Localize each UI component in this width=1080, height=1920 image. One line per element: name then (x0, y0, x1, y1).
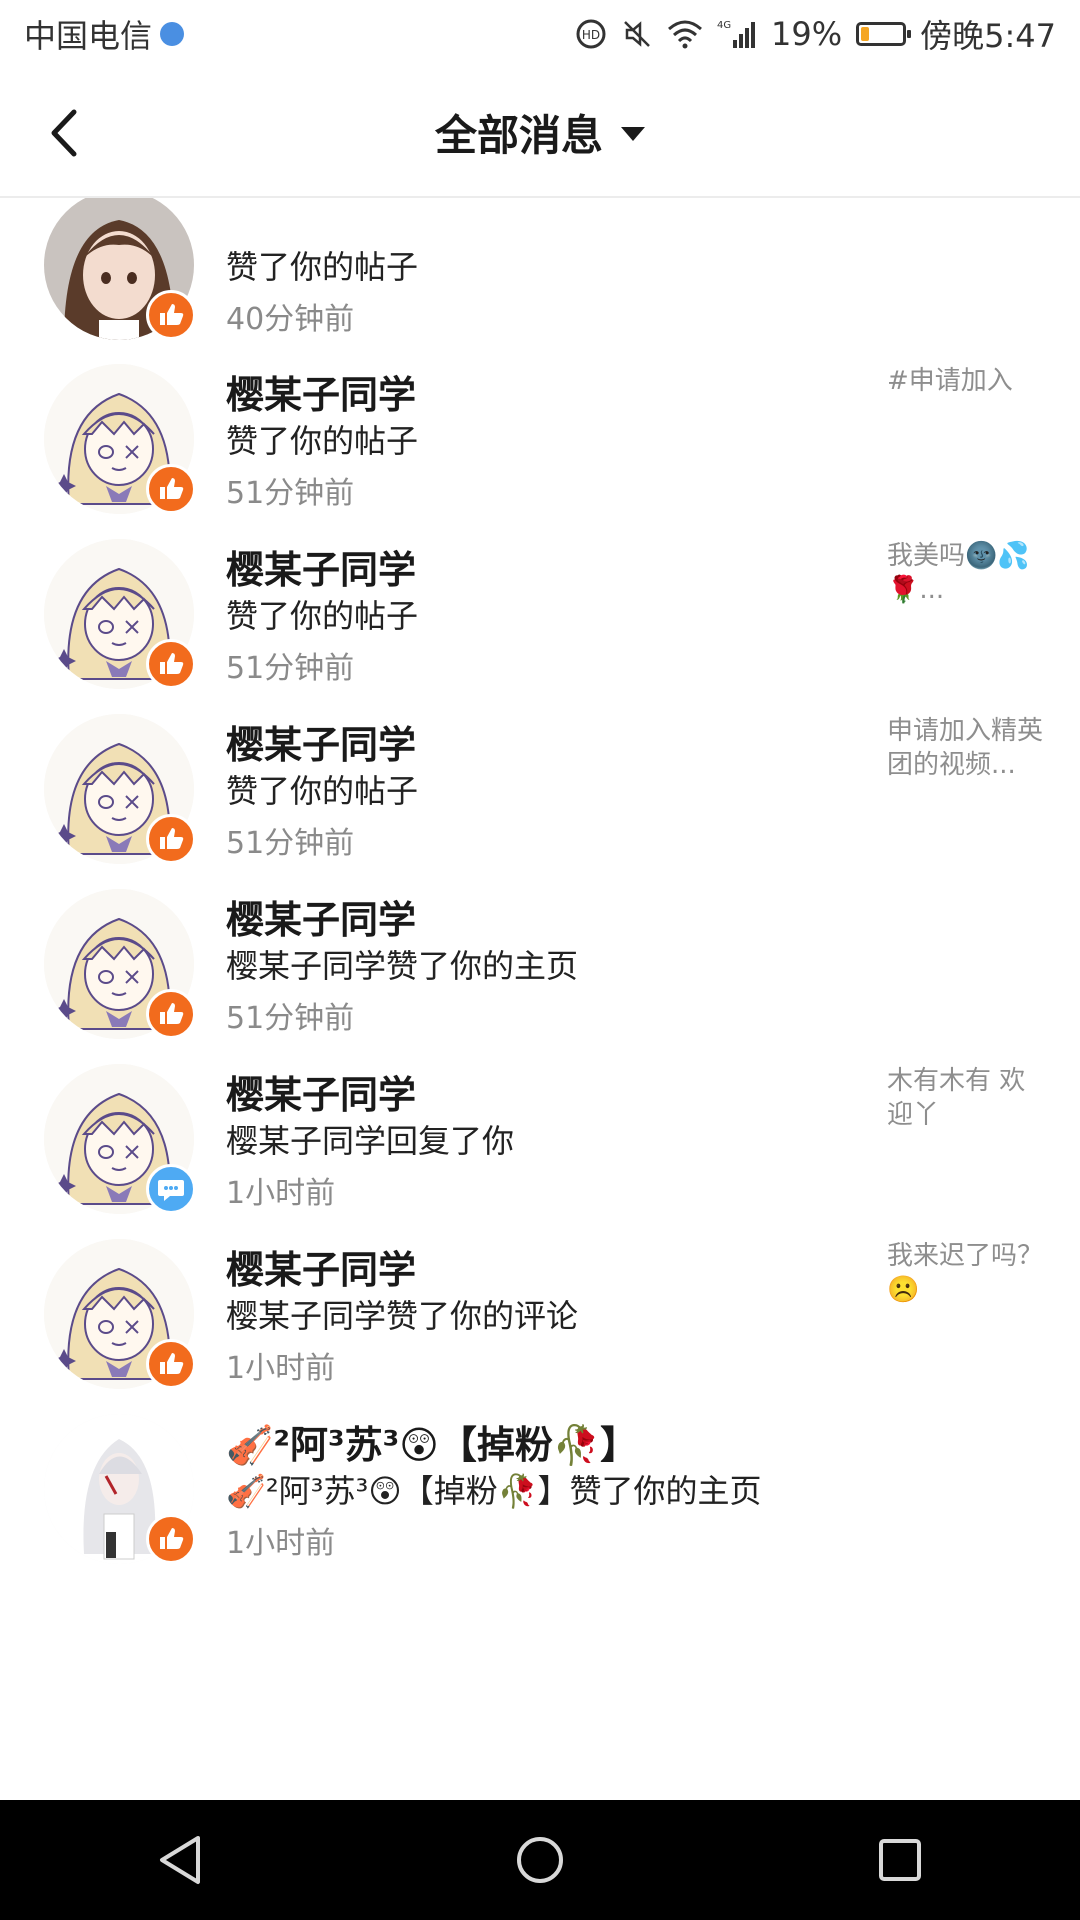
message-time: 1小时前 (226, 1526, 336, 1561)
mute-icon (621, 18, 653, 50)
wifi-icon (667, 19, 703, 49)
header: 全部消息 (0, 68, 1080, 198)
thumbs-up-icon (160, 1528, 184, 1549)
carrier-label: 中国电信 (24, 17, 153, 55)
clock: 傍晚5:47 (920, 17, 1056, 55)
message-item[interactable]: 🎻²阿³苏³😲【掉粉🥀】 🎻²阿³苏³😲【掉粉🥀】赞了你的主页 1小时前 (0, 1414, 1080, 1628)
post-preview[interactable]: 我美吗🌚💦🌹... (887, 539, 1047, 607)
sender-name[interactable]: 樱某子同学 (226, 539, 416, 594)
message-list[interactable]: 赞了你的帖子 40分钟前 樱某子同学 赞了你的帖子 51分钟前 #申请加入 樱某子同学 赞了你… (0, 197, 1080, 1800)
circle-home-icon (517, 1837, 563, 1883)
page-title: 全部消息 (434, 110, 603, 160)
avatar[interactable] (44, 889, 196, 1039)
avatar[interactable] (44, 1239, 196, 1389)
like-badge (146, 814, 196, 864)
message-time: 40分钟前 (226, 302, 355, 337)
nav-home-button[interactable] (480, 1810, 600, 1910)
battery-percent: 19% (771, 15, 843, 53)
message-time: 51分钟前 (226, 476, 355, 511)
like-badge (146, 464, 196, 514)
like-badge (146, 1339, 196, 1389)
message-time: 51分钟前 (226, 1001, 355, 1036)
like-badge (146, 639, 196, 689)
message-action: 赞了你的帖子 (226, 422, 419, 460)
message-time: 51分钟前 (226, 826, 355, 861)
battery-fill (861, 27, 870, 41)
status-left: 中国电信 (24, 11, 185, 57)
avatar[interactable] (44, 197, 196, 340)
svg-text:HD: HD (582, 28, 600, 42)
sender-name[interactable]: 樱某子同学 (226, 364, 416, 419)
thumbs-up-icon (160, 1353, 184, 1374)
nav-recents-button[interactable] (840, 1810, 960, 1910)
post-preview[interactable]: #申请加入 (887, 364, 1047, 398)
avatar[interactable] (44, 364, 196, 514)
system-nav-bar (0, 1800, 1080, 1920)
message-action: 樱某子同学赞了你的评论 (226, 1297, 579, 1335)
sender-name[interactable]: 樱某子同学 (226, 714, 416, 769)
like-badge (146, 989, 196, 1039)
network-label: 4G (717, 20, 731, 31)
post-preview[interactable]: 木有木有 欢迎丫 (887, 1064, 1047, 1132)
thumbs-up-icon (160, 828, 184, 849)
comment-badge (146, 1164, 196, 1214)
post-preview[interactable]: 我来迟了吗？☹️ (887, 1239, 1047, 1307)
message-time: 1小时前 (226, 1351, 336, 1386)
message-action: 樱某子同学回复了你 (226, 1122, 515, 1160)
message-action: 赞了你的帖子 (226, 597, 419, 635)
sender-name[interactable]: 🎻²阿³苏³😲【掉粉🥀】 (226, 1414, 638, 1469)
thumbs-up-icon (160, 304, 184, 325)
message-time: 1小时前 (226, 1176, 336, 1211)
message-action: 🎻²阿³苏³😲【掉粉🥀】赞了你的主页 (226, 1472, 762, 1510)
sender-name[interactable]: 樱某子同学 (226, 889, 416, 944)
sender-name[interactable]: 樱某子同学 (226, 1064, 416, 1119)
message-action: 赞了你的帖子 (226, 772, 419, 810)
triangle-back-icon (160, 1836, 200, 1884)
thumbs-up-icon (160, 1003, 184, 1024)
avatar[interactable] (44, 539, 196, 689)
message-action: 樱某子同学赞了你的主页 (226, 947, 579, 985)
hd-call-icon: HD (575, 18, 607, 50)
status-right: HD 4G 19% 傍晚5:47 (575, 11, 1056, 57)
avatar[interactable] (44, 1064, 196, 1214)
status-bar: 中国电信 HD 4G 19% 傍晚5:47 (0, 0, 1080, 68)
title-dropdown[interactable]: 全部消息 (0, 68, 1080, 196)
comment-icon (158, 1180, 184, 1201)
avatar[interactable] (44, 1414, 196, 1564)
thumbs-up-icon (160, 653, 184, 674)
globe-icon (160, 22, 185, 46)
message-time: 51分钟前 (226, 651, 355, 686)
avatar[interactable] (44, 714, 196, 864)
thumbs-up-icon (160, 478, 184, 499)
message-action: 赞了你的帖子 (226, 248, 419, 286)
like-badge (146, 290, 196, 340)
square-recents-icon (879, 1839, 921, 1881)
nav-back-button[interactable] (120, 1810, 240, 1910)
caret-down-icon (621, 127, 645, 141)
signal-icon: 4G (717, 18, 757, 50)
battery-icon (856, 22, 912, 46)
post-preview[interactable]: 申请加入精英团的视频... (887, 714, 1047, 782)
sender-name[interactable]: 樱某子同学 (226, 1239, 416, 1294)
like-badge (146, 1514, 196, 1564)
